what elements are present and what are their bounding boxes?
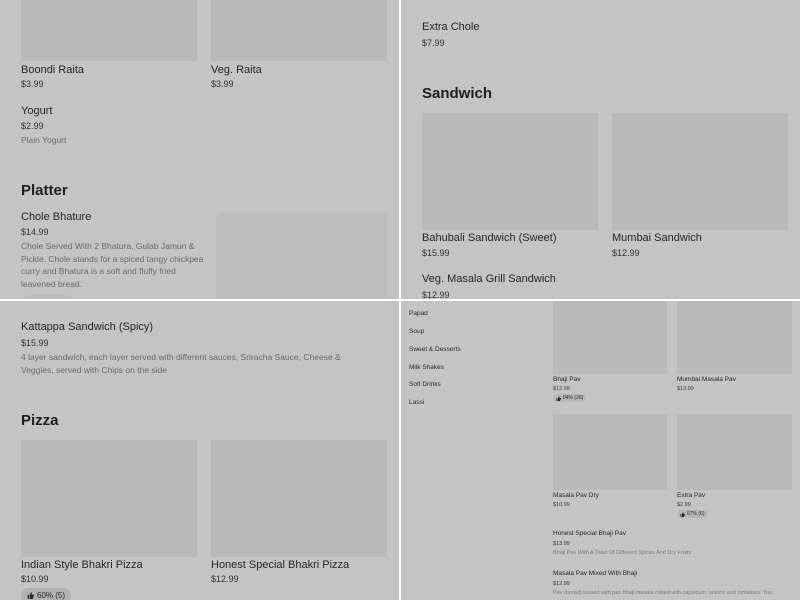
- item-description: Pav (bread) tossed with pav bhaji masala…: [553, 590, 773, 596]
- category-item[interactable]: Papad: [409, 310, 428, 317]
- item-name[interactable]: Bhaji Pav: [553, 376, 580, 383]
- bottom-right-panel: Papad Soup Sweet & Desserts Milk Shakes …: [401, 301, 800, 600]
- rating-text: 84% (26): [563, 395, 584, 401]
- boondi-raita-image[interactable]: [21, 0, 197, 61]
- category-item[interactable]: Soup: [409, 328, 424, 335]
- item-name[interactable]: Extra Pav: [677, 492, 705, 499]
- thumbs-up-icon: [680, 511, 685, 517]
- item-name[interactable]: Extra Chole: [422, 21, 479, 33]
- item-name[interactable]: Veg. Raita: [211, 64, 262, 76]
- item-price: $15.99: [422, 248, 450, 258]
- item-name[interactable]: Masala Pav Mixed With Bhaji: [553, 570, 637, 577]
- item-name[interactable]: Kattappa Sandwich (Spicy): [21, 321, 153, 333]
- mumbai-sandwich-image[interactable]: [612, 113, 788, 230]
- category-item[interactable]: Milk Shakes: [409, 364, 444, 371]
- chole-bhature-image[interactable]: [216, 212, 387, 299]
- item-price: $3.99: [21, 79, 44, 89]
- item-price: $15.99: [21, 338, 49, 348]
- masala-pav-dry-image[interactable]: [553, 414, 667, 490]
- item-name[interactable]: Veg. Masala Grill Sandwich: [422, 273, 556, 285]
- item-name[interactable]: Mumbai Sandwich: [612, 232, 702, 244]
- rating-badge: 84% (26): [553, 394, 587, 402]
- item-price: $12.99: [553, 386, 570, 392]
- item-price: $12.99: [211, 574, 239, 584]
- honest-bhakri-pizza-image[interactable]: [211, 440, 387, 557]
- rating-badge: 67% (6): [677, 510, 708, 518]
- item-price: $3.99: [211, 79, 234, 89]
- item-description: Chole Served With 2 Bhatura, Gulab Jamun…: [21, 241, 204, 289]
- item-name[interactable]: Honest Special Bhaji Pav: [553, 530, 626, 537]
- thumbs-up-icon: [556, 395, 561, 401]
- extra-pav-image[interactable]: [677, 414, 792, 490]
- veg-raita-image[interactable]: [211, 0, 387, 61]
- item-price: $13.99: [553, 541, 570, 547]
- rating-text: 60% (5): [37, 591, 66, 600]
- item-name[interactable]: Chole Bhature: [21, 211, 91, 223]
- item-name[interactable]: Yogurt: [21, 105, 52, 117]
- item-price: $12.99: [553, 581, 570, 587]
- category-item[interactable]: Lassi: [409, 399, 424, 406]
- item-name[interactable]: Honest Special Bhakri Pizza: [211, 559, 349, 571]
- category-item[interactable]: Soft Drinks: [409, 381, 441, 388]
- item-name[interactable]: Boondi Raita: [21, 64, 84, 76]
- item-name[interactable]: Mumbai Masala Pav: [677, 376, 736, 383]
- item-price: $14.99: [21, 227, 49, 237]
- quadrant-divider-horizontal: [0, 299, 800, 301]
- item-price: $7.99: [422, 38, 445, 48]
- item-description: Bhaji Pav With A Twist Of Different Spic…: [553, 550, 692, 556]
- bhakri-pizza-image[interactable]: [21, 440, 197, 557]
- top-left-panel: Boondi Raita $3.99 Veg. Raita $3.99 Yogu…: [0, 0, 399, 299]
- item-price: $12.99: [612, 248, 640, 258]
- item-price: $10.99: [21, 574, 49, 584]
- item-price: $2.99: [677, 502, 691, 508]
- rating-badge: 60% (5): [21, 588, 72, 600]
- section-heading: Pizza: [21, 412, 59, 429]
- top-right-panel: Extra Chole $7.99 Sandwich Bahubali Sand…: [401, 0, 800, 299]
- bahubali-sandwich-image[interactable]: [422, 113, 598, 230]
- item-price: $13.99: [677, 386, 694, 392]
- category-item[interactable]: Sweet & Desserts: [409, 346, 461, 353]
- section-heading: Platter: [21, 182, 68, 199]
- item-price: $2.99: [21, 121, 44, 131]
- rating-text: 67% (6): [687, 511, 705, 517]
- item-name[interactable]: Bahubali Sandwich (Sweet): [422, 232, 557, 244]
- item-description: Plain Yogurt: [21, 135, 67, 145]
- item-name[interactable]: Masala Pav Dry: [553, 492, 599, 499]
- item-description: 4 layer sandwich, each layer served with…: [21, 352, 341, 375]
- item-price: $10.99: [553, 502, 570, 508]
- bottom-left-panel: Kattappa Sandwich (Spicy) $15.99 4 layer…: [0, 301, 399, 600]
- bhaji-pav-image[interactable]: [553, 301, 667, 374]
- item-price: $12.99: [422, 290, 450, 299]
- section-heading: Sandwich: [422, 85, 493, 102]
- mumbai-masala-pav-image[interactable]: [677, 301, 792, 374]
- thumbs-up-icon: [27, 592, 34, 599]
- item-name[interactable]: Indian Style Bhakri Pizza: [21, 559, 143, 571]
